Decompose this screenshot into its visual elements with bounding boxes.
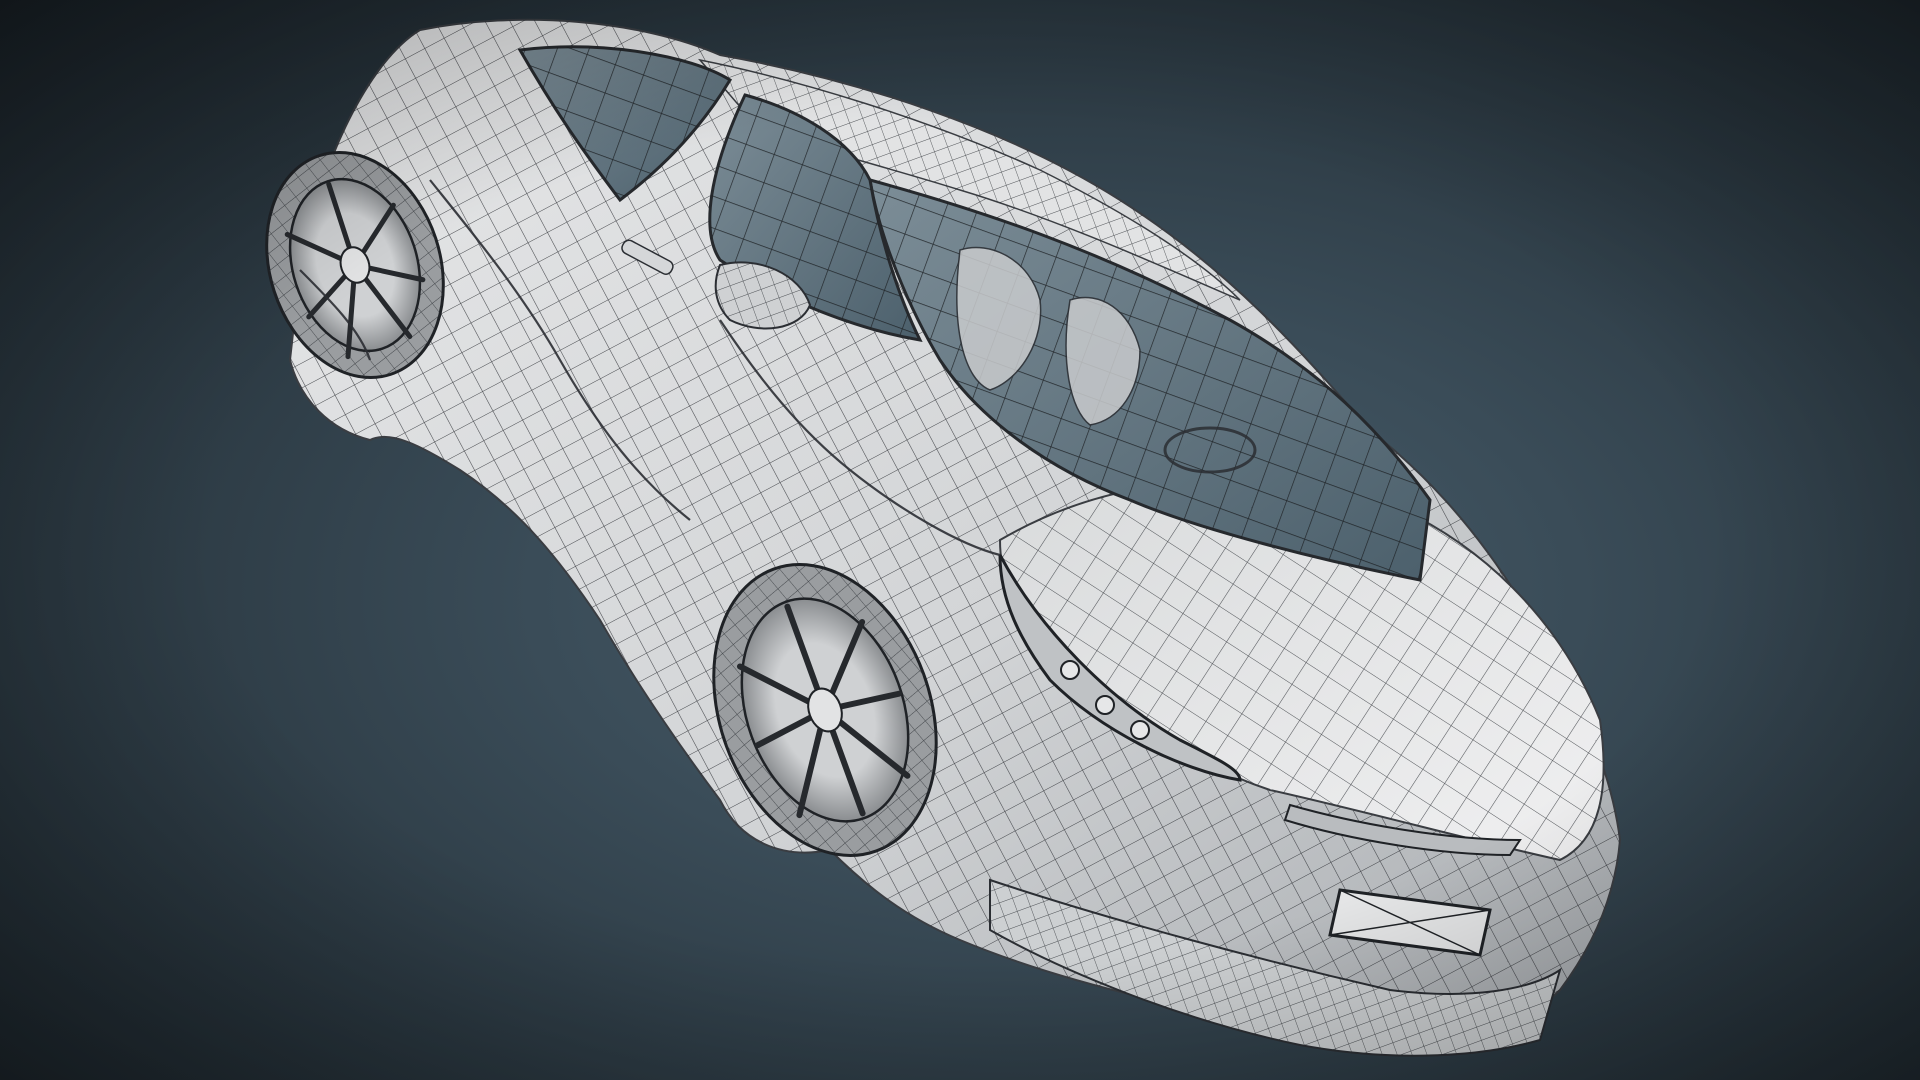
car-wireframe-model [265,18,1622,1057]
render-viewport [0,0,1920,1080]
